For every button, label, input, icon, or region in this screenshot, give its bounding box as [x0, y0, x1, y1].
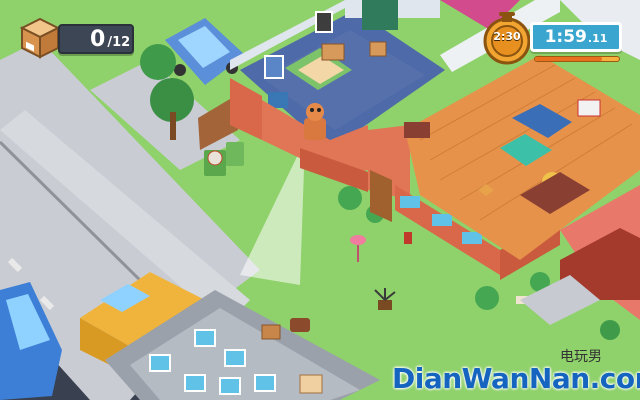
moving-box[interactable]: [321, 43, 345, 61]
window: [400, 196, 420, 208]
bush: [338, 186, 362, 210]
plant: [600, 320, 620, 340]
boxes-delivered: 0: [90, 26, 106, 52]
player-character[interactable]: [304, 103, 326, 140]
item-plate[interactable]: [207, 150, 223, 166]
timer-main: 1:59: [544, 27, 587, 47]
moving-box[interactable]: [369, 41, 387, 57]
moving-box[interactable]: [299, 374, 323, 394]
boxes-total: 12: [112, 34, 131, 50]
watermark: 电玩男 DianWanNan.com: [392, 346, 640, 400]
timer-sub: .11: [587, 32, 608, 45]
timer-group: 2:30 1:59 .11: [478, 8, 628, 70]
timer-progress-fill: [535, 57, 603, 61]
garden-gnome[interactable]: [404, 232, 412, 244]
bookshelf: [362, 0, 398, 30]
box-count-panel: 0 / 12: [58, 24, 134, 54]
box-counter: 0 / 12: [18, 16, 138, 60]
medal-target-time: 2:30: [493, 30, 521, 43]
window: [462, 232, 482, 244]
bush: [475, 286, 499, 310]
timer-progress-bar: [534, 56, 620, 62]
watermark-en: DianWanNan.com: [392, 362, 640, 395]
timer-panel: 1:59 .11: [530, 22, 622, 52]
tv[interactable]: [404, 122, 430, 138]
trash-bin[interactable]: [226, 142, 244, 166]
moving-box[interactable]: [261, 324, 281, 340]
wall-poster: [264, 55, 284, 79]
appliance[interactable]: [577, 99, 601, 117]
box-icon: [19, 17, 61, 59]
suitcase[interactable]: [290, 318, 310, 332]
wall-poster: [315, 11, 333, 33]
window: [432, 214, 452, 226]
